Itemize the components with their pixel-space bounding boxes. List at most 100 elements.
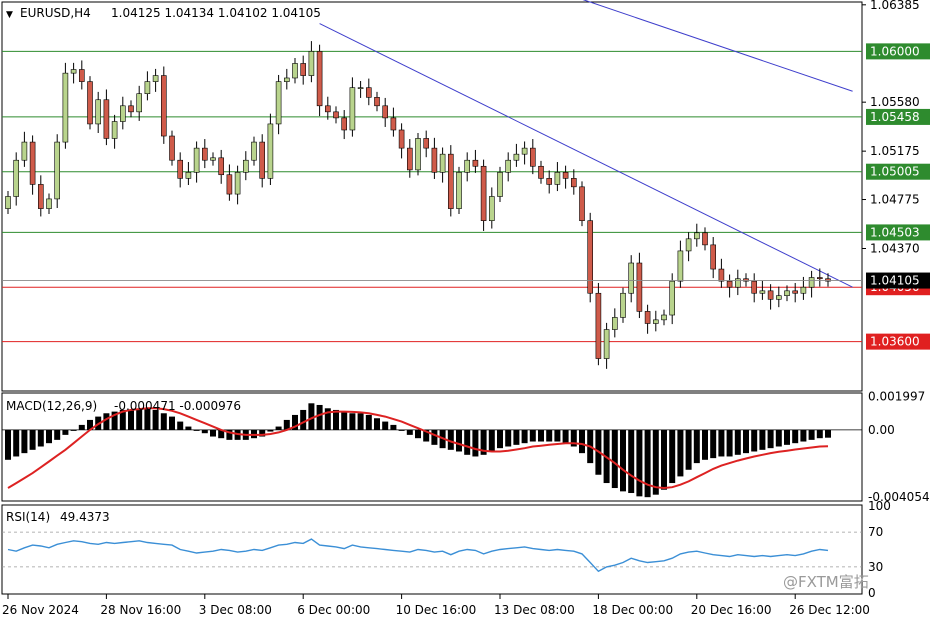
candle-body xyxy=(136,93,142,113)
level-label: 1.05005 xyxy=(870,165,920,179)
candle xyxy=(759,280,766,300)
candle-body xyxy=(816,277,823,280)
rsi-ytick-label: 30 xyxy=(868,560,883,574)
candle xyxy=(775,286,782,308)
macd-bar xyxy=(62,429,69,435)
candle-body xyxy=(784,290,790,296)
candle-body xyxy=(808,277,815,288)
candle xyxy=(718,258,725,288)
candle-body xyxy=(603,329,610,359)
price-ytick-label: 1.06385 xyxy=(870,0,920,12)
candle xyxy=(628,255,635,303)
macd-bar xyxy=(13,429,20,457)
macd-bar xyxy=(661,429,667,490)
candle-body xyxy=(570,178,577,188)
macd-bar xyxy=(333,409,339,430)
candle-body xyxy=(431,147,438,173)
macd-bar xyxy=(808,429,815,440)
candle-body xyxy=(226,174,233,195)
macd-bar xyxy=(792,429,799,444)
candle xyxy=(398,123,405,159)
candle-body xyxy=(292,63,298,79)
candle-body xyxy=(29,141,36,185)
rsi-value: 49.4373 xyxy=(60,510,110,524)
xtick-label: 18 Dec 00:00 xyxy=(592,603,673,617)
candle-body xyxy=(644,311,651,324)
candle-body xyxy=(79,69,85,82)
candle-body xyxy=(111,121,118,139)
candle-body xyxy=(579,186,585,221)
candle-body xyxy=(202,147,208,161)
rsi-ytick-label: 100 xyxy=(868,499,891,513)
macd-bar xyxy=(816,429,823,439)
candle xyxy=(152,68,159,92)
macd-bar xyxy=(529,429,536,442)
candle-body xyxy=(546,178,553,185)
rsi-ytick-label: 0 xyxy=(868,586,876,600)
candle xyxy=(324,96,331,120)
macd-bar xyxy=(775,429,782,447)
candle xyxy=(128,100,134,118)
candle xyxy=(341,110,348,140)
candle-body xyxy=(21,141,28,161)
candle xyxy=(661,309,667,326)
macd-bar xyxy=(390,424,397,430)
candle-body xyxy=(497,172,503,197)
candle xyxy=(636,252,643,319)
candle xyxy=(5,191,11,215)
candle-body xyxy=(37,184,44,209)
macd-bar xyxy=(160,413,167,430)
symbol-timeframe: EURUSD,H4 xyxy=(20,6,91,20)
candle xyxy=(784,285,790,302)
macd-bar xyxy=(54,429,61,440)
candle xyxy=(62,62,69,149)
candle-body xyxy=(677,250,684,282)
macd-bar xyxy=(185,426,192,430)
candle-body xyxy=(456,172,462,209)
candle-body xyxy=(759,290,766,294)
candle xyxy=(349,77,356,137)
collapse-triangle-icon[interactable]: ▼ xyxy=(6,10,13,20)
candle xyxy=(505,152,512,182)
candle-body xyxy=(800,286,807,294)
candle xyxy=(226,164,233,201)
candle-body xyxy=(620,292,626,318)
macd-bar xyxy=(677,429,684,477)
xtick-label: 13 Dec 08:00 xyxy=(494,603,575,617)
macd-bar xyxy=(456,429,462,452)
candle-body xyxy=(628,262,635,294)
macd-bar xyxy=(644,429,651,498)
candle-body xyxy=(374,97,380,107)
candle-body xyxy=(144,81,151,95)
macd-bar xyxy=(415,429,421,439)
candle xyxy=(521,141,528,165)
macd-bar xyxy=(169,416,175,430)
candle-body xyxy=(54,141,61,200)
candle xyxy=(144,71,151,101)
candle-body xyxy=(283,77,290,82)
macd-bar xyxy=(652,429,659,495)
candle xyxy=(218,149,224,184)
macd-bar xyxy=(784,429,790,445)
trading-chart[interactable]: 1.06385 1.05580 1.05175 1.04775 1.04370 1.060… xyxy=(0,0,936,624)
price-ytick-label: 1.04370 xyxy=(870,242,920,256)
macd-bar xyxy=(488,429,495,452)
candle xyxy=(202,139,208,169)
candle-body xyxy=(710,244,717,270)
candle-body xyxy=(324,105,331,113)
candle xyxy=(431,137,438,179)
candle-body xyxy=(661,314,667,321)
candle-body xyxy=(521,147,528,155)
candle xyxy=(587,212,594,303)
macd-bar xyxy=(177,421,184,430)
candle xyxy=(456,166,462,215)
price-ytick-label: 1.05580 xyxy=(870,95,920,109)
candle-body xyxy=(480,165,487,221)
candle-body xyxy=(505,159,512,173)
candle xyxy=(497,166,503,202)
candle-body xyxy=(611,317,618,330)
candle-body xyxy=(13,159,19,197)
macd-ytick-label: 0.00 xyxy=(868,423,895,437)
macd-bar xyxy=(300,409,307,430)
candle xyxy=(79,60,85,90)
